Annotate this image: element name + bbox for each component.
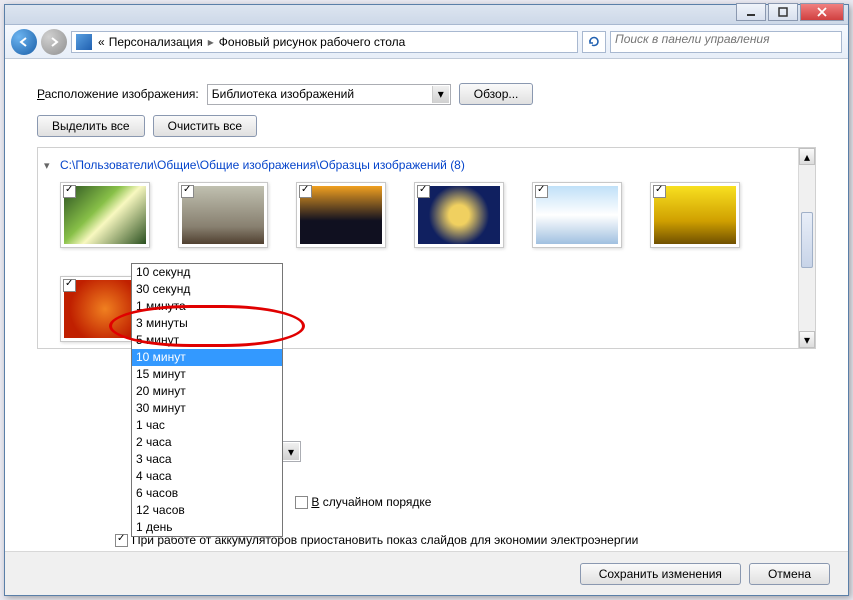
window: « Персонализация ▸ Фоновый рисунок рабоч… (4, 4, 849, 596)
location-combo[interactable]: Библиотека изображений ▾ (207, 84, 451, 105)
cancel-button[interactable]: Отмена (749, 563, 830, 585)
thumbnail[interactable] (178, 182, 268, 248)
interval-option[interactable]: 3 часа (132, 451, 282, 468)
refresh-button[interactable] (582, 31, 606, 53)
thumbnail[interactable] (532, 182, 622, 248)
footer: Сохранить изменения Отмена (5, 551, 848, 595)
close-button[interactable] (800, 3, 844, 21)
scroll-down-icon[interactable]: ▾ (799, 331, 815, 348)
dropdown-arrow-icon: ▾ (432, 86, 449, 103)
scroll-up-icon[interactable]: ▴ (799, 148, 815, 165)
random-label: В случайном порядке (311, 495, 431, 509)
location-label: РРасположение изображения:асположение из… (37, 87, 199, 101)
location-row: РРасположение изображения:асположение из… (37, 83, 816, 105)
interval-option[interactable]: 5 минут (132, 332, 282, 349)
interval-dropdown-list[interactable]: 10 секунд30 секунд1 минута3 минуты5 мину… (131, 263, 283, 537)
interval-option[interactable]: 3 минуты (132, 315, 282, 332)
thumbnail[interactable] (414, 182, 504, 248)
search-input[interactable] (615, 32, 837, 46)
breadcrumb-1[interactable]: Персонализация (107, 35, 205, 49)
interval-option[interactable]: 10 минут (132, 349, 282, 366)
back-button[interactable] (11, 29, 37, 55)
scrollbar[interactable]: ▴ ▾ (798, 148, 815, 348)
thumb-checkbox[interactable] (63, 185, 76, 198)
interval-option[interactable]: 1 день (132, 519, 282, 536)
location-value: Библиотека изображений (212, 87, 354, 101)
minimize-button[interactable] (736, 3, 766, 21)
interval-option[interactable]: 1 минута (132, 298, 282, 315)
breadcrumb-prev: « (96, 35, 107, 49)
interval-option[interactable]: 20 минут (132, 383, 282, 400)
interval-option[interactable]: 30 минут (132, 400, 282, 417)
image-folder-path[interactable]: C:\Пользователи\Общие\Общие изображения\… (60, 158, 465, 172)
thumb-checkbox[interactable] (653, 185, 666, 198)
interval-option[interactable]: 12 часов (132, 502, 282, 519)
interval-option[interactable]: 4 часа (132, 468, 282, 485)
control-panel-icon (76, 34, 92, 50)
window-controls (734, 3, 844, 21)
address-bar[interactable]: « Персонализация ▸ Фоновый рисунок рабоч… (71, 31, 578, 53)
search-bar[interactable] (610, 31, 842, 53)
random-checkbox[interactable] (295, 496, 308, 509)
thumb-checkbox[interactable] (181, 185, 194, 198)
scroll-thumb[interactable] (801, 212, 813, 268)
browse-button[interactable]: Обзор... (459, 83, 534, 105)
breadcrumb-2[interactable]: Фоновый рисунок рабочего стола (217, 35, 408, 49)
select-all-button[interactable]: Выделить все (37, 115, 145, 137)
thumb-checkbox[interactable] (417, 185, 430, 198)
battery-checkbox[interactable] (115, 534, 128, 547)
dropdown-arrow-icon: ▾ (282, 443, 299, 460)
interval-option[interactable]: 2 часа (132, 434, 282, 451)
chevron-right-icon: ▸ (205, 35, 217, 49)
clear-all-button[interactable]: Очистить все (153, 115, 257, 137)
interval-option[interactable]: 1 час (132, 417, 282, 434)
forward-button[interactable] (41, 29, 67, 55)
random-order-row: В случайном порядке В случайном порядке (295, 495, 431, 509)
thumbnail[interactable] (296, 182, 386, 248)
interval-option[interactable]: 30 секунд (132, 281, 282, 298)
titlebar (5, 5, 848, 25)
thumb-checkbox[interactable] (299, 185, 312, 198)
thumb-checkbox[interactable] (63, 279, 76, 292)
interval-option[interactable]: 6 часов (132, 485, 282, 502)
collapse-icon[interactable] (44, 158, 55, 169)
thumb-checkbox[interactable] (535, 185, 548, 198)
maximize-button[interactable] (768, 3, 798, 21)
interval-option[interactable]: 10 секунд (132, 264, 282, 281)
address-row: « Персонализация ▸ Фоновый рисунок рабоч… (5, 25, 848, 59)
save-button[interactable]: Сохранить изменения (580, 563, 741, 585)
thumbnail[interactable] (650, 182, 740, 248)
interval-option[interactable]: 15 минут (132, 366, 282, 383)
thumbnail[interactable] (60, 182, 150, 248)
select-row: Выделить все Очистить все (37, 115, 816, 137)
